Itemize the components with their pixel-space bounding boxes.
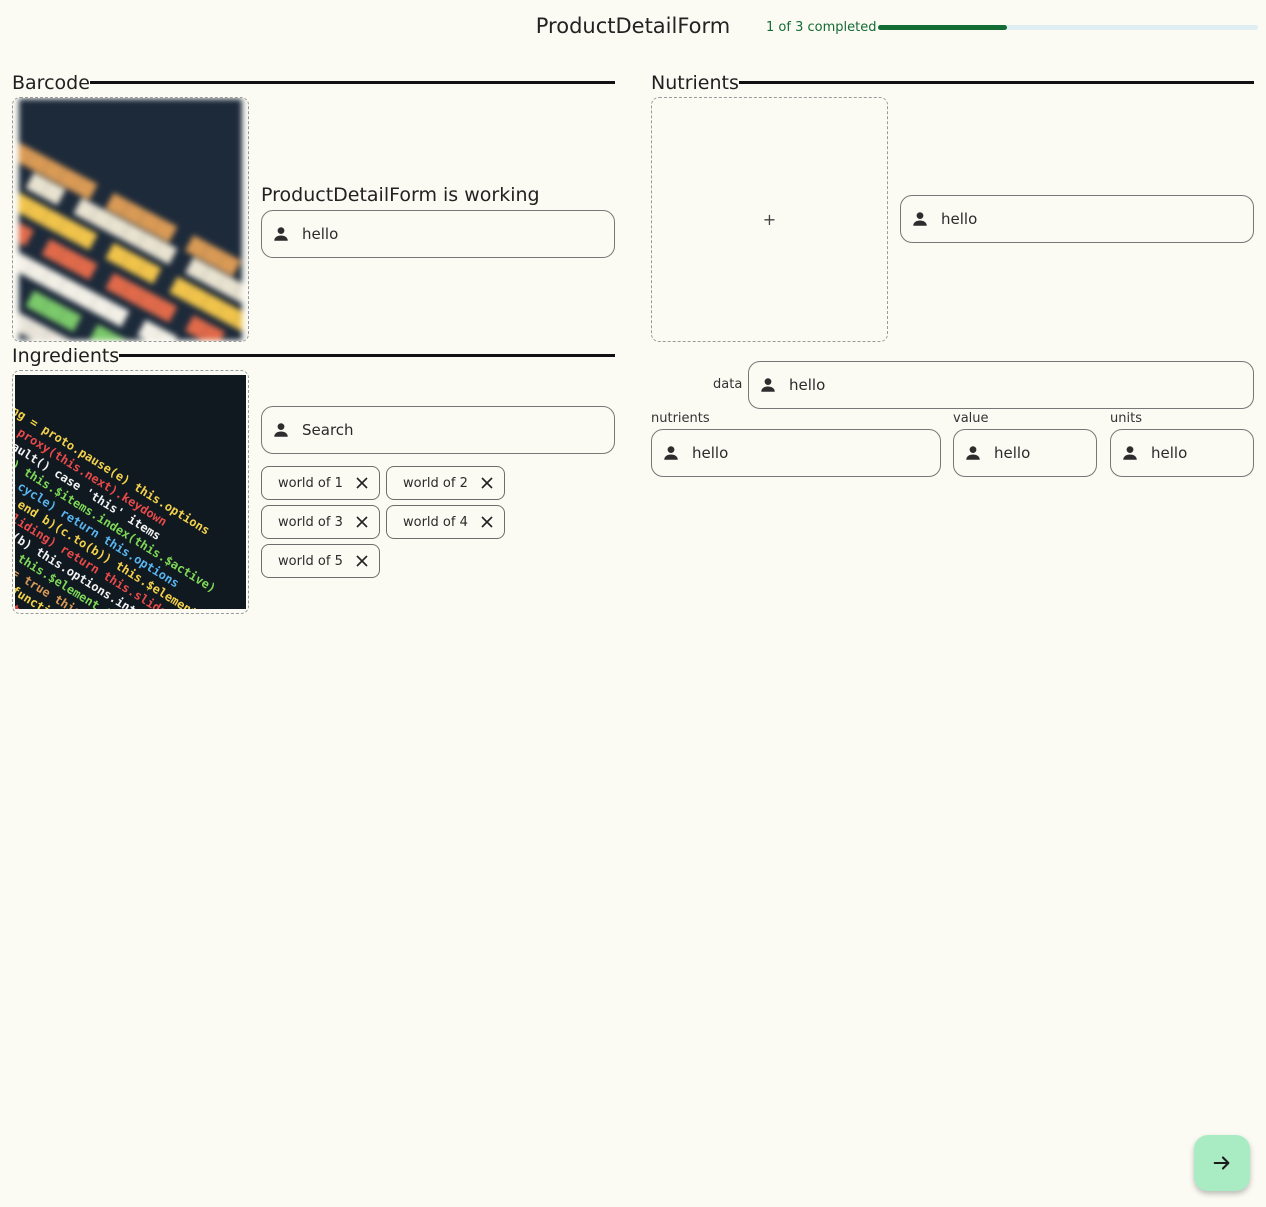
- barcode-photo: ■■■ ■■ ■■■ ■ ■■■ ■■■ ■ ■■ ■ ■■ ■■■ ■■■ ■ ■■■ ■…: [19, 99, 242, 340]
- ingredients-image[interactable]: this.sliding = proto.pause(e) this.optio…: [12, 370, 249, 614]
- close-icon[interactable]: [480, 476, 494, 490]
- nutrients-legend-label: Nutrients: [651, 72, 739, 94]
- ingredients-search-input[interactable]: [302, 407, 614, 453]
- person-icon: [274, 227, 288, 241]
- value-input[interactable]: [994, 430, 1096, 476]
- ingredients-legend-label: Ingredients: [12, 345, 120, 367]
- ingredients-search-field[interactable]: [261, 406, 615, 454]
- close-icon[interactable]: [355, 554, 369, 568]
- legend-divider: [738, 81, 1254, 84]
- nutrients-top-field[interactable]: [900, 195, 1254, 243]
- next-button[interactable]: [1194, 1135, 1250, 1191]
- legend-divider: [119, 354, 615, 357]
- person-icon: [913, 212, 927, 226]
- chip-label: world of 3: [278, 514, 343, 530]
- chip-label: world of 1: [278, 475, 343, 491]
- value-field-label: value: [953, 411, 989, 426]
- value-field[interactable]: [953, 429, 1097, 477]
- data-field[interactable]: [748, 361, 1254, 409]
- person-icon: [966, 446, 980, 460]
- progress-label: 1 of 3 completed: [766, 20, 877, 35]
- progress-fill: [878, 25, 1008, 30]
- units-field[interactable]: [1110, 429, 1254, 477]
- nutrients-input[interactable]: [692, 430, 940, 476]
- nutrients-top-input[interactable]: [941, 196, 1253, 242]
- nutrients-field-label: nutrients: [651, 411, 710, 426]
- ingredient-chip[interactable]: world of 4: [386, 505, 505, 539]
- arrow-right-icon: [1213, 1156, 1230, 1170]
- ingredients-section-legend: Ingredients: [12, 343, 615, 367]
- barcode-section-legend: Barcode: [12, 70, 615, 94]
- ingredient-chip[interactable]: world of 2: [386, 466, 505, 500]
- person-icon: [761, 378, 775, 392]
- barcode-legend-label: Barcode: [12, 72, 90, 94]
- nutrients-section-legend: Nutrients: [651, 70, 1254, 94]
- legend-divider: [89, 81, 615, 84]
- add-icon: +: [762, 210, 777, 229]
- barcode-image[interactable]: ■■■ ■■ ■■■ ■ ■■■ ■■■ ■ ■■ ■ ■■ ■■■ ■■■ ■ ■■■ ■…: [12, 97, 249, 342]
- nutrients-field[interactable]: [651, 429, 941, 477]
- person-icon: [664, 446, 678, 460]
- nutrients-image-upload[interactable]: +: [651, 97, 888, 342]
- ingredient-chip[interactable]: world of 5: [261, 544, 380, 578]
- barcode-input[interactable]: [302, 211, 614, 257]
- units-field-label: units: [1110, 411, 1142, 426]
- chip-label: world of 2: [403, 475, 468, 491]
- chip-label: world of 4: [403, 514, 468, 530]
- data-input[interactable]: [789, 362, 1253, 408]
- data-label: data: [713, 377, 743, 392]
- barcode-field[interactable]: [261, 210, 615, 258]
- chip-label: world of 5: [278, 553, 343, 569]
- units-input[interactable]: [1151, 430, 1253, 476]
- person-icon: [1123, 446, 1137, 460]
- status-text: ProductDetailForm is working: [261, 184, 540, 206]
- person-icon: [274, 423, 288, 437]
- ingredients-photo: this.sliding = proto.pause(e) this.optio…: [15, 375, 246, 609]
- ingredient-chip[interactable]: world of 1: [261, 466, 380, 500]
- progress-bar: [878, 25, 1258, 30]
- close-icon[interactable]: [480, 515, 494, 529]
- close-icon[interactable]: [355, 515, 369, 529]
- ingredient-chip[interactable]: world of 3: [261, 505, 380, 539]
- close-icon[interactable]: [355, 476, 369, 490]
